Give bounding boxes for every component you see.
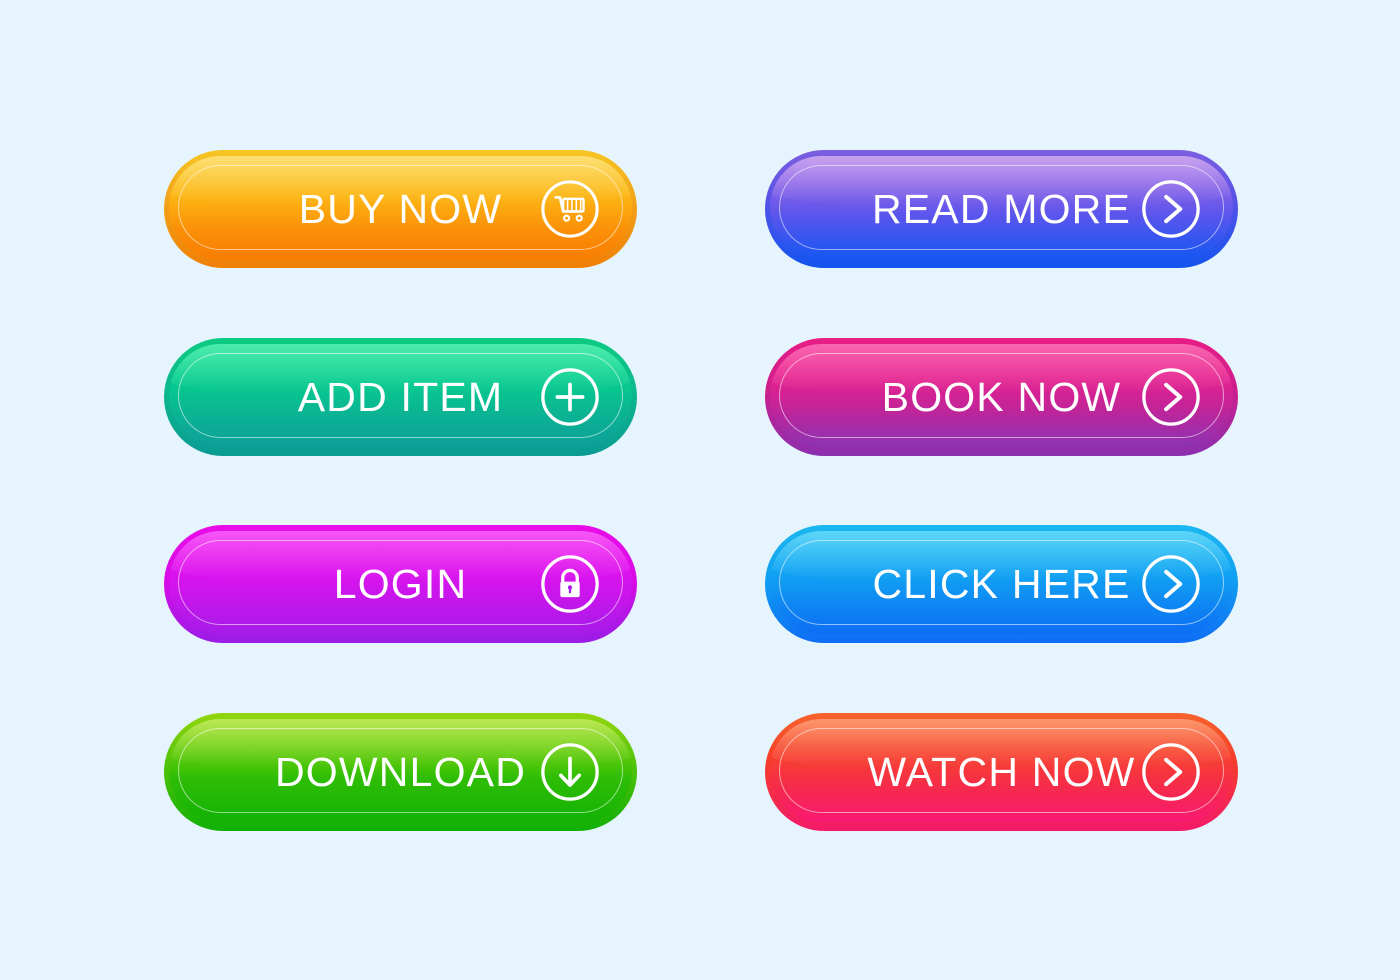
- button-content: CLICK HERE: [765, 525, 1238, 643]
- button-content: ADD ITEM: [164, 338, 637, 456]
- button-content: LOGIN: [164, 525, 637, 643]
- book-now-label: BOOK NOW: [881, 373, 1122, 420]
- plus-circle-icon: [539, 366, 601, 428]
- buy-now-button[interactable]: BUY NOW: [164, 150, 637, 268]
- click-here-label: CLICK HERE: [872, 560, 1131, 607]
- chevron-right-circle-icon: [1140, 741, 1202, 803]
- book-now-button[interactable]: BOOK NOW: [765, 338, 1238, 456]
- login-button[interactable]: LOGIN: [164, 525, 637, 643]
- button-content: BOOK NOW: [765, 338, 1238, 456]
- arrow-down-circle-icon: [539, 741, 601, 803]
- download-label: DOWNLOAD: [274, 748, 527, 795]
- button-set-board: BUY NOW READ MORE ADD ITEM BOOK NOW LOGI…: [0, 0, 1400, 980]
- button-content: WATCH NOW: [765, 713, 1238, 831]
- add-item-label: ADD ITEM: [297, 373, 504, 420]
- shopping-cart-icon: [539, 178, 601, 240]
- chevron-right-circle-icon: [1140, 178, 1202, 240]
- click-here-button[interactable]: CLICK HERE: [765, 525, 1238, 643]
- chevron-right-circle-icon: [1140, 553, 1202, 615]
- watch-now-button[interactable]: WATCH NOW: [765, 713, 1238, 831]
- buy-now-label: BUY NOW: [298, 185, 503, 232]
- button-content: DOWNLOAD: [164, 713, 637, 831]
- button-content: READ MORE: [765, 150, 1238, 268]
- add-item-button[interactable]: ADD ITEM: [164, 338, 637, 456]
- download-button[interactable]: DOWNLOAD: [164, 713, 637, 831]
- lock-circle-icon: [539, 553, 601, 615]
- chevron-right-circle-icon: [1140, 366, 1202, 428]
- watch-now-label: WATCH NOW: [867, 748, 1136, 795]
- button-content: BUY NOW: [164, 150, 637, 268]
- login-label: LOGIN: [333, 560, 468, 607]
- read-more-button[interactable]: READ MORE: [765, 150, 1238, 268]
- read-more-label: READ MORE: [871, 185, 1132, 232]
